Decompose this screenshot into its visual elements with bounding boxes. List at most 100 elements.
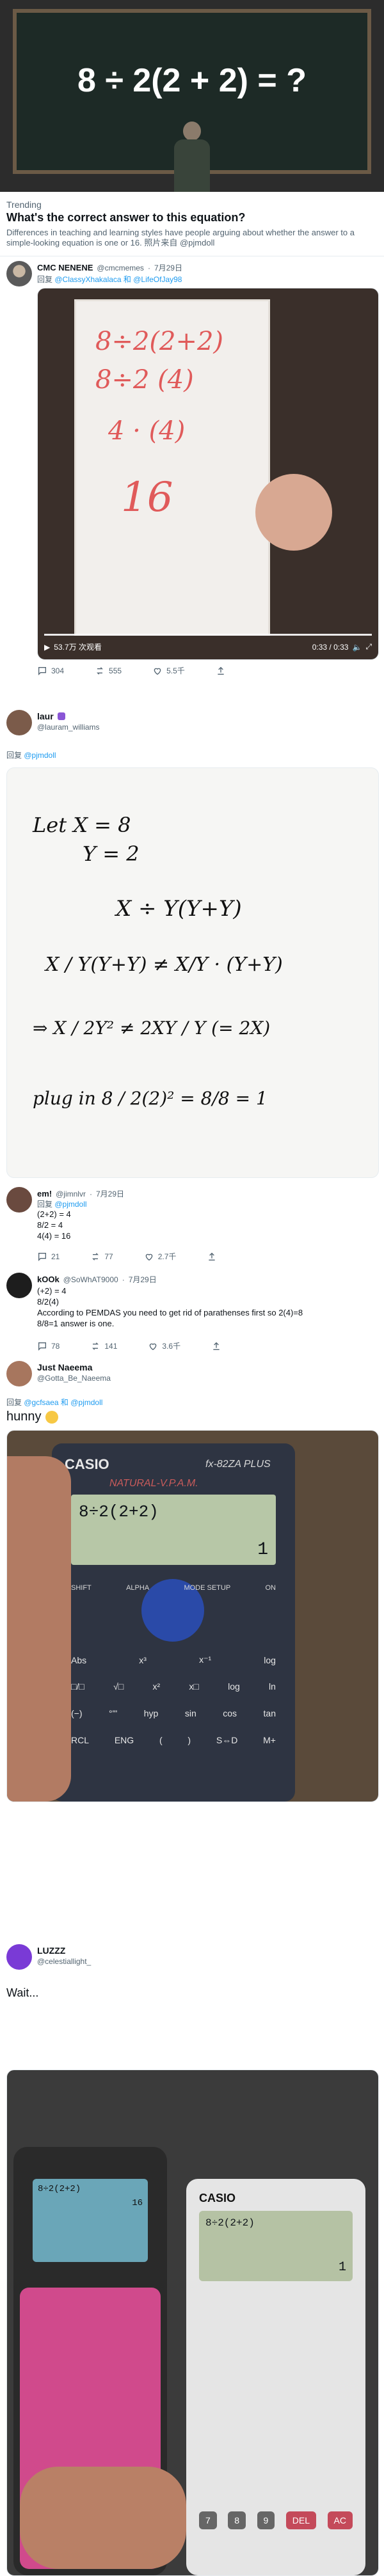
key-9[interactable]: 9 [257,2511,275,2529]
key[interactable]: ( [159,1735,163,1745]
tweet-date[interactable]: 7月29日 [129,1274,157,1285]
retweet-count: 141 [104,1341,118,1351]
like-button[interactable]: 3.6千 [148,1340,180,1351]
headline[interactable]: What's the correct answer to this equati… [6,211,378,224]
whiteboard-photo[interactable]: Let X = 8 Y = 2 X ÷ Y(Y+Y) X / Y(Y+Y) ≠ … [6,767,379,1178]
avatar[interactable] [6,1187,32,1213]
whiteboard-line-1: Let X = 8 [33,813,131,837]
reply-count: 78 [51,1341,60,1351]
user-handle[interactable]: @lauram_williams [37,723,100,732]
like-button[interactable]: 5.5千 [152,665,185,676]
casio-display-result: 1 [338,2260,346,2275]
like-button[interactable]: 2.7千 [144,1251,176,1262]
reply-prefix: 回复 [6,1398,22,1407]
reply-to[interactable]: @pjmdoll [54,1200,86,1209]
reply-count: 304 [51,666,65,675]
user-handle[interactable]: @celestiallight_ [37,1957,91,1966]
reply-button[interactable]: 304 [37,666,64,676]
reply-button[interactable]: 78 [37,1341,60,1351]
user-handle[interactable]: @SoWhAT9000 [63,1275,118,1284]
display-name[interactable]: CMC NENENE [37,263,93,272]
key[interactable]: tan [264,1708,276,1718]
calculator-photo[interactable]: CASIO fx-82ZA PLUS NATURAL-V.P.A.M. 8÷2(… [6,1430,379,1802]
whiteboard-line-2: Y = 2 [83,842,140,866]
key[interactable]: (−) [71,1708,83,1718]
share-button[interactable] [211,1341,221,1351]
key[interactable]: √□ [113,1681,124,1692]
reply2-header: kOOk @SoWhAT9000 · 7月29日 [37,1274,157,1285]
avatar[interactable] [6,1361,32,1386]
key[interactable]: hyp [144,1708,159,1718]
key[interactable]: Abs [71,1655,86,1665]
key-8[interactable]: 8 [228,2511,246,2529]
key[interactable]: ON [265,1584,276,1592]
body-line: 8/2(4) [37,1297,59,1307]
key-del[interactable]: DEL [285,2511,317,2529]
avatar[interactable] [6,261,32,287]
display-name[interactable]: LUZZZ [37,1945,65,1956]
hand-graphic [7,1456,71,1802]
key[interactable]: S⇔D [216,1735,237,1745]
key[interactable]: °'" [109,1708,117,1718]
key[interactable]: x² [152,1681,160,1692]
retweet-button[interactable]: 141 [90,1341,117,1351]
reply-button[interactable]: 21 [37,1252,60,1262]
key[interactable]: ) [188,1735,191,1745]
user-handle[interactable]: @Gotta_Be_Naeema [37,1374,111,1383]
retweet-icon [97,666,103,675]
key[interactable]: x⁻¹ [199,1654,211,1665]
calc-subtitle: NATURAL-V.P.A.M. [109,1478,198,1489]
key[interactable]: log [228,1681,240,1692]
key[interactable]: sin [185,1708,196,1718]
display-name[interactable]: laur [37,711,54,721]
fullscreen-icon[interactable]: ⤢ [365,642,372,652]
key[interactable]: log [264,1655,276,1665]
user-handle[interactable]: @jimnlvr [56,1190,86,1198]
key[interactable]: x³ [139,1655,147,1665]
share-button[interactable] [216,666,226,676]
reply2-actions: 78 141 3.6千 [37,1340,221,1351]
key-ac[interactable]: AC [327,2511,353,2529]
video-player[interactable]: 8÷2(2+2) 8÷2 (4) 4 · (4) 16 ▶ 53.7万 次观看 … [37,288,379,660]
key[interactable]: RCL [71,1735,89,1745]
play-icon[interactable]: ▶ [44,643,50,652]
reply1-body: (2+2) = 4 8/2 = 4 4(4) = 16 [37,1209,71,1241]
display-name[interactable]: em! [37,1189,52,1198]
key[interactable]: ENG [115,1735,134,1745]
retweet-button[interactable]: 555 [95,666,122,676]
reply-to[interactable]: @pjmdoll [24,751,56,760]
key[interactable]: cos [223,1708,237,1718]
key[interactable]: SHIFT [71,1584,92,1592]
key[interactable]: ln [269,1681,276,1692]
body-line: 4(4) = 16 [37,1231,71,1241]
reply-to[interactable]: @gcfsaea 和 @pjmdoll [24,1398,102,1407]
key[interactable]: □/□ [71,1681,84,1692]
key[interactable]: M+ [263,1735,276,1745]
avatar[interactable] [6,1273,32,1298]
puzzle-text: 8 ÷ 2(2 + 2) = ? [77,62,307,99]
share-button[interactable] [207,1252,217,1262]
key[interactable]: x□ [189,1681,198,1692]
key[interactable]: ALPHA [126,1584,149,1592]
reply-prefix: 回复 [37,275,53,284]
video-progress-bar[interactable] [44,634,372,636]
user-handle[interactable]: @cmcmemes [97,263,144,272]
avatar[interactable] [6,1944,32,1970]
avatar[interactable] [6,710,32,735]
like-count: 3.6千 [162,1342,181,1351]
display-name[interactable]: kOOk [37,1275,60,1284]
key-7[interactable]: 7 [199,2511,217,2529]
retweet-button[interactable]: 77 [90,1252,113,1262]
retweet-icon [92,1342,99,1350]
whiteboard-line-6: plug in 8 / 2(2)² = 8/8 = 1 [33,1088,268,1109]
volume-icon[interactable]: 🔈 [352,643,362,652]
calculators-photo[interactable]: 8÷2(2+2) 16 CASIO 8÷2(2+2) 1 7 8 9 DEL A… [6,2069,379,2576]
calc-keys-row1: SHIFT ALPHA MODE SETUP ON [71,1584,276,1592]
tweet-date[interactable]: 7月29日 [96,1188,124,1199]
key[interactable]: MODE SETUP [184,1584,230,1592]
heart-icon [150,1343,157,1350]
calc-keys-row5: RCL ENG ( ) S⇔D M+ [71,1735,276,1745]
display-name[interactable]: Just Naeema [37,1362,92,1372]
tweet-date[interactable]: 7月29日 [154,262,182,273]
reply-to[interactable]: @ClassyXhakalaca 和 @LifeOfJay98 [54,275,182,284]
